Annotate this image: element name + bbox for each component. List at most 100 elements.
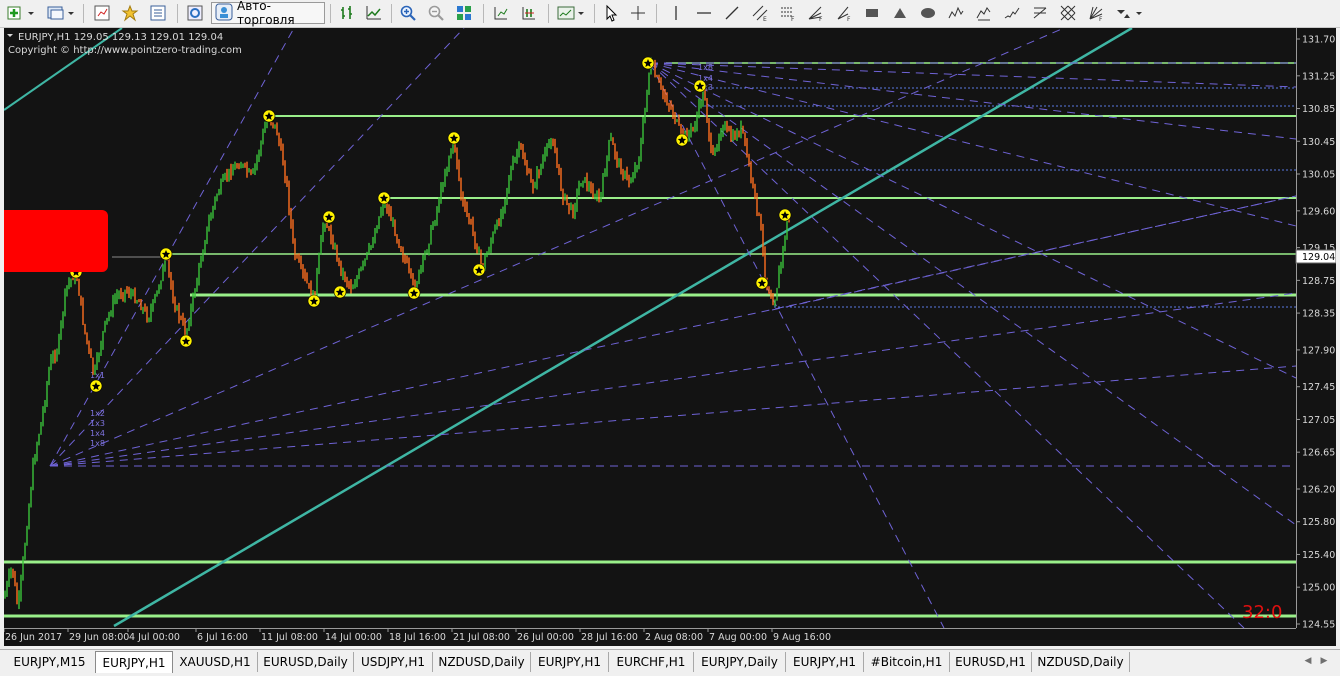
new-order-icon[interactable] — [4, 3, 38, 23]
crosshair-icon[interactable] — [626, 3, 650, 23]
price-label: 124.55 — [1302, 620, 1335, 631]
time-label: 26 Jul 00:00 — [517, 632, 574, 643]
gann-angle-label: 1x4 — [90, 429, 105, 438]
horizontal-line-icon[interactable] — [692, 3, 716, 23]
pitchfork-icon[interactable] — [972, 3, 996, 23]
gann-grid-icon[interactable] — [1056, 3, 1080, 23]
price-label: 130.45 — [1302, 137, 1335, 148]
chart-tab[interactable]: EURCHF,H1 — [609, 652, 694, 672]
chart-tabs-bar: EURJPY,M15 EURJPY,H1 XAUUSD,H1 EURUSD,Da… — [0, 649, 1340, 676]
vertical-line-icon[interactable] — [664, 3, 688, 23]
chart-tab[interactable]: USDJPY,H1 — [354, 652, 433, 672]
chart-header: EURJPY,H1 129.05 129.13 129.01 129.04 — [18, 32, 223, 43]
chart-tab[interactable]: EURJPY,Daily — [694, 652, 786, 672]
chart-tab[interactable]: EURJPY,H1 — [786, 652, 864, 672]
chart-tab[interactable]: NZDUSD,Daily — [433, 652, 531, 672]
time-label: 9 Aug 16:00 — [773, 632, 831, 643]
autoscroll-icon[interactable] — [517, 3, 541, 23]
tab-label: EURUSD,H1 — [955, 655, 1026, 669]
gann-angle-label: 1x8 — [698, 63, 713, 72]
chart-tab[interactable]: EURUSD,H1 — [950, 652, 1032, 672]
line-chart-icon[interactable] — [362, 3, 386, 23]
zoom-in-icon[interactable] — [396, 3, 420, 23]
tab-label: #Bitcoin,H1 — [870, 655, 943, 669]
tab-label: EURUSD,Daily — [263, 655, 348, 669]
fibo-retracement-icon[interactable]: F — [776, 3, 800, 23]
time-label: 6 Jul 16:00 — [197, 632, 248, 643]
gann-angle-label: 1x1 — [90, 371, 105, 380]
favorites-icon[interactable] — [118, 3, 142, 23]
copyright-text: Copyright © http://www.pointzero-trading… — [8, 45, 242, 56]
svg-text:F: F — [819, 16, 823, 22]
rectangle-icon[interactable] — [860, 3, 884, 23]
tab-label: EURJPY,H1 — [537, 655, 602, 669]
profiles-icon[interactable] — [44, 3, 78, 23]
strategy-tester-icon[interactable] — [183, 3, 207, 23]
time-label: 28 Jul 16:00 — [581, 632, 638, 643]
chart-tab[interactable]: #Bitcoin,H1 — [864, 652, 950, 672]
time-label: 18 Jul 16:00 — [389, 632, 446, 643]
fibo-fan-icon[interactable]: F — [804, 3, 828, 23]
chart-tab-active[interactable]: EURJPY,H1 — [95, 651, 173, 673]
templates-icon[interactable] — [554, 3, 588, 23]
time-label: 11 Jul 08:00 — [261, 632, 318, 643]
chart-shift-icon[interactable] — [489, 3, 513, 23]
cursor-icon[interactable] — [599, 3, 623, 23]
tab-label: NZDUSD,Daily — [1037, 655, 1124, 669]
chart-tab[interactable]: EURUSD,Daily — [258, 652, 354, 672]
tab-label: XAUUSD,H1 — [179, 655, 251, 669]
time-label: 7 Aug 00:00 — [709, 632, 767, 643]
tile-windows-icon[interactable] — [452, 3, 476, 23]
chart-tab[interactable]: EURJPY,M15 — [4, 652, 96, 672]
gann-fan-icon[interactable]: F — [1084, 3, 1108, 23]
svg-text:F: F — [791, 16, 795, 22]
price-label: 128.75 — [1302, 276, 1335, 287]
price-label: 131.70 — [1302, 35, 1335, 46]
tab-label: EURJPY,M15 — [13, 655, 86, 669]
price-label: 131.25 — [1302, 71, 1335, 82]
tab-label: USDJPY,H1 — [361, 655, 425, 669]
svg-text:E: E — [763, 16, 767, 22]
price-label: 130.05 — [1302, 170, 1335, 181]
arrows-icon[interactable] — [1112, 3, 1146, 23]
equidistant-channel-icon[interactable]: E — [748, 3, 772, 23]
gann-angle-label: 1x3 — [90, 419, 105, 428]
chart-tab[interactable]: XAUUSD,H1 — [173, 652, 258, 672]
ellipse-icon[interactable] — [916, 3, 940, 23]
autotrading-icon — [215, 3, 233, 24]
chart-tab[interactable]: EURJPY,H1 — [531, 652, 609, 672]
tab-label: EURJPY,Daily — [701, 655, 778, 669]
price-label: 126.65 — [1302, 448, 1335, 459]
price-axis — [1296, 28, 1336, 628]
current-price-label: 129.04 — [1302, 252, 1335, 263]
main-toolbar: Авто-торговля E F F F F — [0, 0, 1340, 28]
time-label: 29 Jun 08:00 — [69, 632, 129, 643]
price-label: 128.35 — [1302, 309, 1335, 320]
bar-chart-icon[interactable] — [335, 3, 359, 23]
price-chart[interactable]: 1x11x21x31x41x81x81x41x3 131.70131.25130… — [4, 28, 1336, 646]
triangle-icon[interactable] — [888, 3, 912, 23]
navigator-icon[interactable] — [146, 3, 170, 23]
chart-window[interactable]: 1x11x21x31x41x81x81x41x3 131.70131.25130… — [4, 28, 1336, 646]
chart-tab[interactable]: NZDUSD,Daily — [1032, 652, 1130, 672]
time-label: 14 Jul 00:00 — [325, 632, 382, 643]
regression-icon[interactable] — [1000, 3, 1024, 23]
fibo-arc-icon[interactable]: F — [832, 3, 856, 23]
time-label: 2 Aug 08:00 — [645, 632, 703, 643]
autotrading-label: Авто-торговля — [237, 0, 295, 27]
tab-label: EURJPY,H1 — [792, 655, 857, 669]
price-label: 127.05 — [1302, 415, 1335, 426]
price-label: 127.45 — [1302, 382, 1335, 393]
price-label: 125.40 — [1302, 550, 1335, 561]
alert-box — [4, 210, 108, 272]
gann-line-icon[interactable] — [1028, 3, 1052, 23]
zoom-out-icon[interactable] — [424, 3, 448, 23]
autotrading-button[interactable]: Авто-торговля — [211, 0, 325, 27]
svg-text:F: F — [847, 16, 851, 22]
elliott-wave-icon[interactable] — [944, 3, 968, 23]
svg-text:F: F — [1099, 16, 1103, 22]
tabs-scroll-left-icon[interactable]: ◀ — [1302, 655, 1314, 667]
tabs-scroll-right-icon[interactable]: ▶ — [1318, 655, 1330, 667]
trendline-icon[interactable] — [720, 3, 744, 23]
market-watch-icon[interactable] — [90, 3, 114, 23]
